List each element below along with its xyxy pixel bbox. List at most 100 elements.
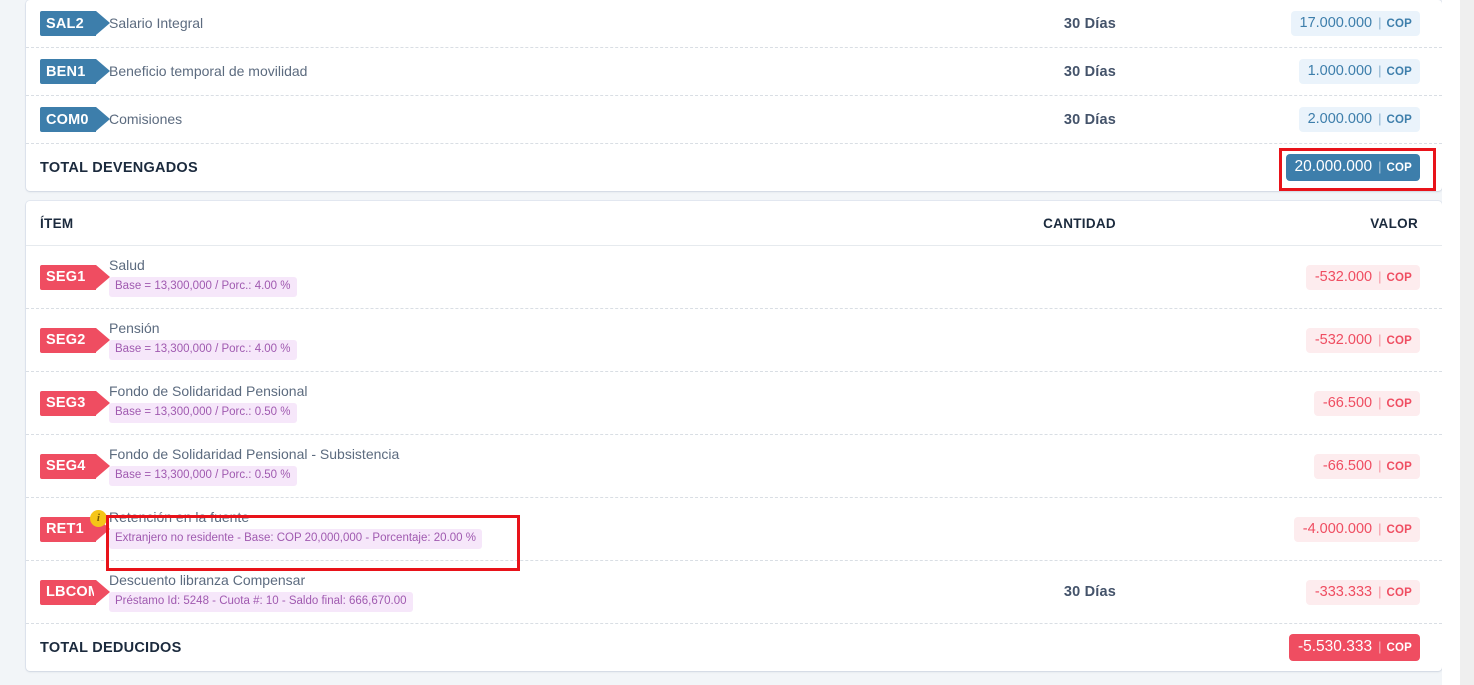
row-item-texts: Salud Base = 13,300,000 / Porc.: 4.00 % xyxy=(109,257,297,297)
concept-code-tag[interactable]: RET1 i xyxy=(40,509,110,542)
money-separator: | xyxy=(1378,394,1382,410)
row-item-texts: Comisiones xyxy=(109,111,182,128)
concept-code-label: LBCOM xyxy=(46,584,94,600)
row-item-cell: RET1 i Retención en la fuente Extranjero… xyxy=(40,509,798,549)
money-amount: -66.500 xyxy=(1322,457,1373,474)
money-separator: | xyxy=(1378,639,1382,654)
money-chip: -532.000 | COP xyxy=(1305,327,1420,353)
money-amount: 20.000.000 xyxy=(1294,158,1373,175)
table-row[interactable]: SEG3 Fondo de Solidaridad Pensional Base… xyxy=(26,372,1442,435)
money-chip: -4.000.000 | COP xyxy=(1293,516,1420,542)
concept-code-label: SEG1 xyxy=(46,269,86,285)
table-row[interactable]: BEN1 Beneficio temporal de movilidad 30 … xyxy=(26,48,1442,96)
money-separator: | xyxy=(1378,15,1382,30)
concept-code-tag[interactable]: LBCOM xyxy=(40,579,110,605)
table-row[interactable]: RET1 i Retención en la fuente Extranjero… xyxy=(26,498,1442,561)
row-item-cell: SEG2 Pensión Base = 13,300,000 / Porc.: … xyxy=(40,320,798,360)
concept-code-tag[interactable]: SEG1 xyxy=(40,264,110,290)
money-currency: COP xyxy=(1386,586,1412,599)
row-item-texts: Descuento libranza Compensar Préstamo Id… xyxy=(109,572,413,612)
payroll-detail-screen: SAL2 Salario Integral 30 Días 17.000.000… xyxy=(0,0,1474,685)
row-value-cell: -532.000 | COP xyxy=(1128,327,1428,353)
money-separator: | xyxy=(1378,63,1382,78)
concept-code-label: RET1 xyxy=(46,521,84,537)
concept-code-label: COM0 xyxy=(46,111,89,128)
row-item-name: Fondo de Solidaridad Pensional - Subsist… xyxy=(109,446,400,462)
row-quantity: 30 Días xyxy=(1063,111,1116,128)
money-amount: 1.000.000 xyxy=(1307,63,1373,79)
concept-code-label: SEG4 xyxy=(46,458,86,474)
money-amount: -4.000.000 xyxy=(1302,520,1373,537)
row-quantity: 30 Días xyxy=(1063,584,1116,600)
money-chip: -532.000 | COP xyxy=(1305,264,1420,290)
row-item-name: Beneficio temporal de movilidad xyxy=(109,63,308,79)
concept-code-tag[interactable]: BEN1 xyxy=(40,59,110,84)
money-currency: COP xyxy=(1386,397,1412,410)
concept-code-tag[interactable]: SEG2 xyxy=(40,327,110,353)
row-item-cell: BEN1 Beneficio temporal de movilidad xyxy=(40,59,798,84)
row-item-cell: COM0 Comisiones xyxy=(40,107,798,132)
money-chip: -66.500 | COP xyxy=(1313,390,1420,416)
money-separator: | xyxy=(1378,268,1382,284)
scroll-gutter xyxy=(1442,0,1460,685)
earnings-total-label: TOTAL DEVENGADOS xyxy=(40,159,198,176)
money-currency: COP xyxy=(1386,523,1412,536)
concept-code-label: BEN1 xyxy=(46,63,86,80)
row-quantity: 30 Días xyxy=(1063,63,1116,80)
deductions-total-label-cell: TOTAL DEDUCIDOS xyxy=(40,640,798,656)
column-header-value: VALOR xyxy=(1370,215,1418,231)
row-value-cell: -532.000 | COP xyxy=(1128,264,1428,290)
money-currency: COP xyxy=(1386,460,1412,473)
earnings-card: SAL2 Salario Integral 30 Días 17.000.000… xyxy=(26,0,1442,191)
concept-code-tag[interactable]: COM0 xyxy=(40,107,110,132)
money-amount: -532.000 xyxy=(1314,331,1373,348)
row-item-detail: Préstamo Id: 5248 - Cuota #: 10 - Saldo … xyxy=(109,592,413,612)
row-value-cell: 17.000.000 | COP xyxy=(1128,11,1428,36)
table-row[interactable]: SAL2 Salario Integral 30 Días 17.000.000… xyxy=(26,0,1442,48)
row-item-name: Comisiones xyxy=(109,111,183,127)
table-row[interactable]: COM0 Comisiones 30 Días 2.000.000 | COP xyxy=(26,96,1442,144)
row-item-texts: Pensión Base = 13,300,000 / Porc.: 4.00 … xyxy=(109,320,297,360)
deductions-total-money-chip: -5.530.333 | COP xyxy=(1288,634,1420,661)
concept-code-tag[interactable]: SEG3 xyxy=(40,390,110,416)
row-item-cell: SAL2 Salario Integral xyxy=(40,11,798,36)
row-item-detail: Extranjero no residente - Base: COP 20,0… xyxy=(109,529,482,549)
concept-code-label: SAL2 xyxy=(46,15,84,32)
table-row[interactable]: SEG4 Fondo de Solidaridad Pensional - Su… xyxy=(26,435,1442,498)
row-value-cell: -333.333 | COP xyxy=(1128,579,1428,605)
money-amount: 2.000.000 xyxy=(1307,111,1373,127)
money-currency: COP xyxy=(1386,66,1412,78)
table-row[interactable]: SEG1 Salud Base = 13,300,000 / Porc.: 4.… xyxy=(26,246,1442,309)
row-item-cell: LBCOM Descuento libranza Compensar Prést… xyxy=(40,572,798,612)
concept-code-tag[interactable]: SAL2 xyxy=(40,11,110,36)
info-icon[interactable]: i xyxy=(90,509,107,527)
row-item-name: Pensión xyxy=(109,320,160,336)
deductions-table-header: ÍTEM CANTIDAD VALOR xyxy=(26,201,1442,246)
concept-code-label: SEG2 xyxy=(46,332,86,348)
row-item-detail: Base = 13,300,000 / Porc.: 0.50 % xyxy=(109,466,297,486)
money-currency: COP xyxy=(1386,642,1412,654)
concept-code-tag[interactable]: SEG4 xyxy=(40,453,110,479)
table-row[interactable]: LBCOM Descuento libranza Compensar Prést… xyxy=(26,561,1442,624)
row-value-cell: 1.000.000 | COP xyxy=(1128,59,1428,84)
row-item-detail: Base = 13,300,000 / Porc.: 0.50 % xyxy=(109,403,297,423)
earnings-total-row: TOTAL DEVENGADOS 20.000.000 | COP xyxy=(26,144,1442,191)
row-item-name: Descuento libranza Compensar xyxy=(109,572,306,588)
money-separator: | xyxy=(1378,520,1382,536)
table-row[interactable]: SEG2 Pensión Base = 13,300,000 / Porc.: … xyxy=(26,309,1442,372)
deductions-total-value-cell: -5.530.333 | COP xyxy=(1128,634,1428,661)
money-amount: 17.000.000 xyxy=(1299,15,1373,31)
row-item-detail: Base = 13,300,000 / Porc.: 4.00 % xyxy=(109,340,297,360)
money-amount: -5.530.333 xyxy=(1297,638,1373,655)
row-item-detail: Base = 13,300,000 / Porc.: 4.00 % xyxy=(109,277,297,297)
row-item-texts: Beneficio temporal de movilidad xyxy=(109,63,307,80)
row-item-name: Salud xyxy=(109,257,145,273)
row-value-cell: -66.500 | COP xyxy=(1128,453,1428,479)
concept-code-label: SEG3 xyxy=(46,395,86,411)
row-item-name: Salario Integral xyxy=(109,15,204,31)
earnings-total-label-cell: TOTAL DEVENGADOS xyxy=(40,160,798,176)
vertical-scrollbar-track[interactable] xyxy=(1460,0,1474,685)
money-currency: COP xyxy=(1386,162,1412,174)
deductions-total-row: TOTAL DEDUCIDOS -5.530.333 | COP xyxy=(26,624,1442,671)
earnings-total-value-cell: 20.000.000 | COP xyxy=(1128,154,1428,181)
